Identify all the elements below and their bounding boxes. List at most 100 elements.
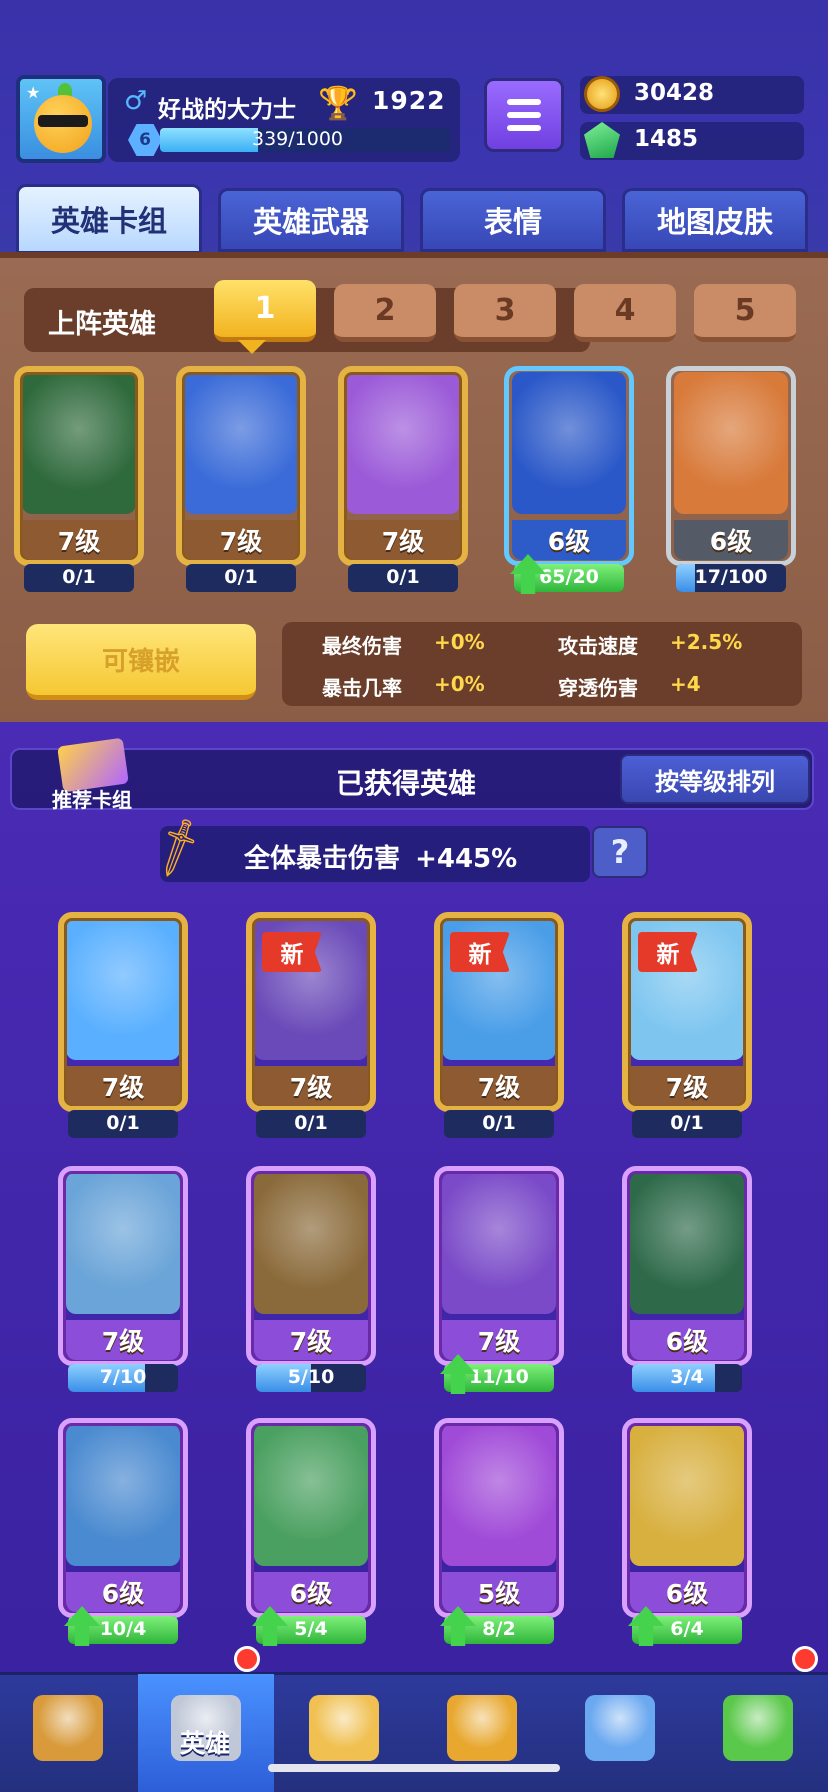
owned-hero-card[interactable]: 7级 11/10 bbox=[434, 1166, 564, 1396]
tab-hero-weapons[interactable]: 英雄武器 bbox=[218, 188, 404, 252]
deck-hero-card[interactable]: 7级 0/1 bbox=[338, 366, 468, 596]
male-gender-icon: ♂ bbox=[124, 86, 148, 116]
nav-label: 英雄 bbox=[180, 1729, 231, 1758]
xp-text: 339/1000 bbox=[252, 128, 344, 150]
new-badge: 新 bbox=[638, 932, 698, 972]
nav-item-treasure-chest[interactable] bbox=[0, 1674, 136, 1792]
owned-hero-card[interactable]: 6级 3/4 bbox=[622, 1166, 752, 1396]
owned-hero-card[interactable]: 6级 5/4 bbox=[246, 1418, 376, 1648]
deck-slot-3[interactable]: 3 bbox=[454, 284, 556, 342]
card-progress-text: 17/100 bbox=[694, 566, 768, 588]
hero-level: 6级 bbox=[665, 1579, 709, 1608]
coin-count: 30428 bbox=[634, 80, 715, 106]
owned-hero-card[interactable]: 5级 8/2 bbox=[434, 1418, 564, 1648]
tab-emotes[interactable]: 表情 bbox=[420, 188, 606, 252]
card-progress-text: 0/1 bbox=[294, 1112, 328, 1134]
stat-value: +2.5% bbox=[670, 630, 743, 654]
tab-map-skins[interactable]: 地图皮肤 bbox=[622, 188, 808, 252]
home-indicator[interactable] bbox=[268, 1764, 560, 1772]
sort-by-level-button[interactable]: 按等级排列 bbox=[620, 754, 810, 804]
owned-hero-card[interactable]: 7级 5/10 bbox=[246, 1166, 376, 1396]
hero-level: 7级 bbox=[57, 527, 101, 556]
deck-slot-5[interactable]: 5 bbox=[694, 284, 796, 342]
new-badge: 新 bbox=[262, 932, 322, 972]
hero-level: 6级 bbox=[665, 1327, 709, 1356]
hero-level: 7级 bbox=[289, 1327, 333, 1356]
nav-item-sprout-island[interactable] bbox=[690, 1674, 826, 1792]
crit-damage-text: 全体暴击伤害 +445% bbox=[244, 838, 517, 875]
hero-level: 7级 bbox=[219, 527, 263, 556]
hero-level: 6级 bbox=[709, 527, 753, 556]
crit-damage-label: 全体暴击伤害 bbox=[244, 844, 401, 874]
card-progress-text: 0/1 bbox=[670, 1112, 704, 1134]
stat-label: 穿透伤害 bbox=[558, 676, 638, 700]
stat-label: 暴击几率 bbox=[322, 676, 402, 700]
deck-slot-2[interactable]: 2 bbox=[334, 284, 436, 342]
trophy-icon: 🏆 bbox=[318, 84, 358, 122]
card-progress-text: 5/10 bbox=[287, 1366, 335, 1388]
trophy-count: 1922 bbox=[372, 86, 446, 115]
owned-hero-card[interactable]: 7级 0/1 bbox=[58, 912, 188, 1142]
crown-shield-icon bbox=[447, 1695, 517, 1761]
crossed-swords-icon bbox=[309, 1695, 379, 1761]
stat-value: +0% bbox=[434, 630, 485, 654]
deck-label: 上阵英雄 bbox=[48, 309, 156, 340]
hero-level: 6级 bbox=[547, 527, 591, 556]
hero-level: 7级 bbox=[665, 1073, 709, 1102]
player-avatar[interactable]: ★ bbox=[16, 75, 106, 163]
hero-level: 7级 bbox=[477, 1327, 521, 1356]
deck-hero-card[interactable]: 7级 0/1 bbox=[14, 366, 144, 596]
nav-item-team-banner[interactable] bbox=[552, 1674, 688, 1792]
card-progress-text: 3/4 bbox=[670, 1366, 704, 1388]
owned-hero-card[interactable]: 7级 7/10 bbox=[58, 1166, 188, 1396]
star-icon: ★ bbox=[26, 83, 41, 102]
owned-hero-card[interactable]: 7级 0/1 新 bbox=[246, 912, 376, 1142]
card-progress-text: 0/1 bbox=[386, 566, 420, 588]
treasure-chest-icon bbox=[33, 1695, 103, 1761]
sprout-island-icon bbox=[723, 1695, 793, 1761]
new-badge: 新 bbox=[450, 932, 510, 972]
hero-level: 7级 bbox=[101, 1327, 145, 1356]
gem-count: 1485 bbox=[634, 126, 699, 152]
card-progress-text: 0/1 bbox=[106, 1112, 140, 1134]
deck-hero-card[interactable]: 7级 0/1 bbox=[176, 366, 306, 596]
nav-item-crossed-swords[interactable] bbox=[276, 1674, 412, 1792]
notification-dot bbox=[792, 1646, 818, 1672]
deck-hero-card[interactable]: 6级 65/20 bbox=[504, 366, 634, 596]
card-progress-text: 0/1 bbox=[224, 566, 258, 588]
menu-icon-line bbox=[507, 125, 541, 131]
team-banner-icon bbox=[585, 1695, 655, 1761]
owned-hero-card[interactable]: 7级 0/1 新 bbox=[622, 912, 752, 1142]
hero-level: 7级 bbox=[101, 1073, 145, 1102]
owned-heroes-title: 已获得英雄 bbox=[336, 767, 477, 800]
help-button[interactable]: ? bbox=[592, 826, 648, 878]
nav-item-crown-shield[interactable] bbox=[414, 1674, 550, 1792]
menu-icon bbox=[507, 99, 541, 105]
deck-hero-card[interactable]: 6级 17/100 bbox=[666, 366, 796, 596]
stat-label: 最终伤害 bbox=[322, 634, 402, 658]
owned-hero-card[interactable]: 6级 6/4 bbox=[622, 1418, 752, 1648]
xp-bar-fill bbox=[160, 128, 259, 152]
hero-level: 7级 bbox=[289, 1073, 333, 1102]
coin-icon bbox=[584, 76, 620, 112]
deck-slot-4[interactable]: 4 bbox=[574, 284, 676, 342]
card-progress-text: 0/1 bbox=[482, 1112, 516, 1134]
deck-slot-1[interactable]: 1 bbox=[214, 280, 316, 342]
player-name: 好战的大力士 bbox=[158, 97, 296, 123]
hero-level: 6级 bbox=[289, 1579, 333, 1608]
card-progress-text: 7/10 bbox=[99, 1366, 147, 1388]
inlay-button[interactable]: 可镶嵌 bbox=[26, 624, 256, 700]
stat-value: +0% bbox=[434, 672, 485, 696]
owned-hero-card[interactable]: 7级 0/1 新 bbox=[434, 912, 564, 1142]
menu-button[interactable] bbox=[484, 78, 564, 152]
stat-value: +4 bbox=[670, 672, 701, 696]
owned-hero-card[interactable]: 6级 10/4 bbox=[58, 1418, 188, 1648]
hero-level: 6级 bbox=[101, 1579, 145, 1608]
recommended-deck-label[interactable]: 推荐卡组 bbox=[52, 784, 132, 813]
crit-damage-value: +445% bbox=[415, 844, 518, 874]
notification-dot bbox=[234, 1646, 260, 1672]
hero-level: 5级 bbox=[477, 1579, 521, 1608]
active-slot-pointer bbox=[238, 340, 266, 354]
tab-hero-deck[interactable]: 英雄卡组 bbox=[16, 184, 202, 254]
menu-icon-line bbox=[507, 112, 541, 118]
